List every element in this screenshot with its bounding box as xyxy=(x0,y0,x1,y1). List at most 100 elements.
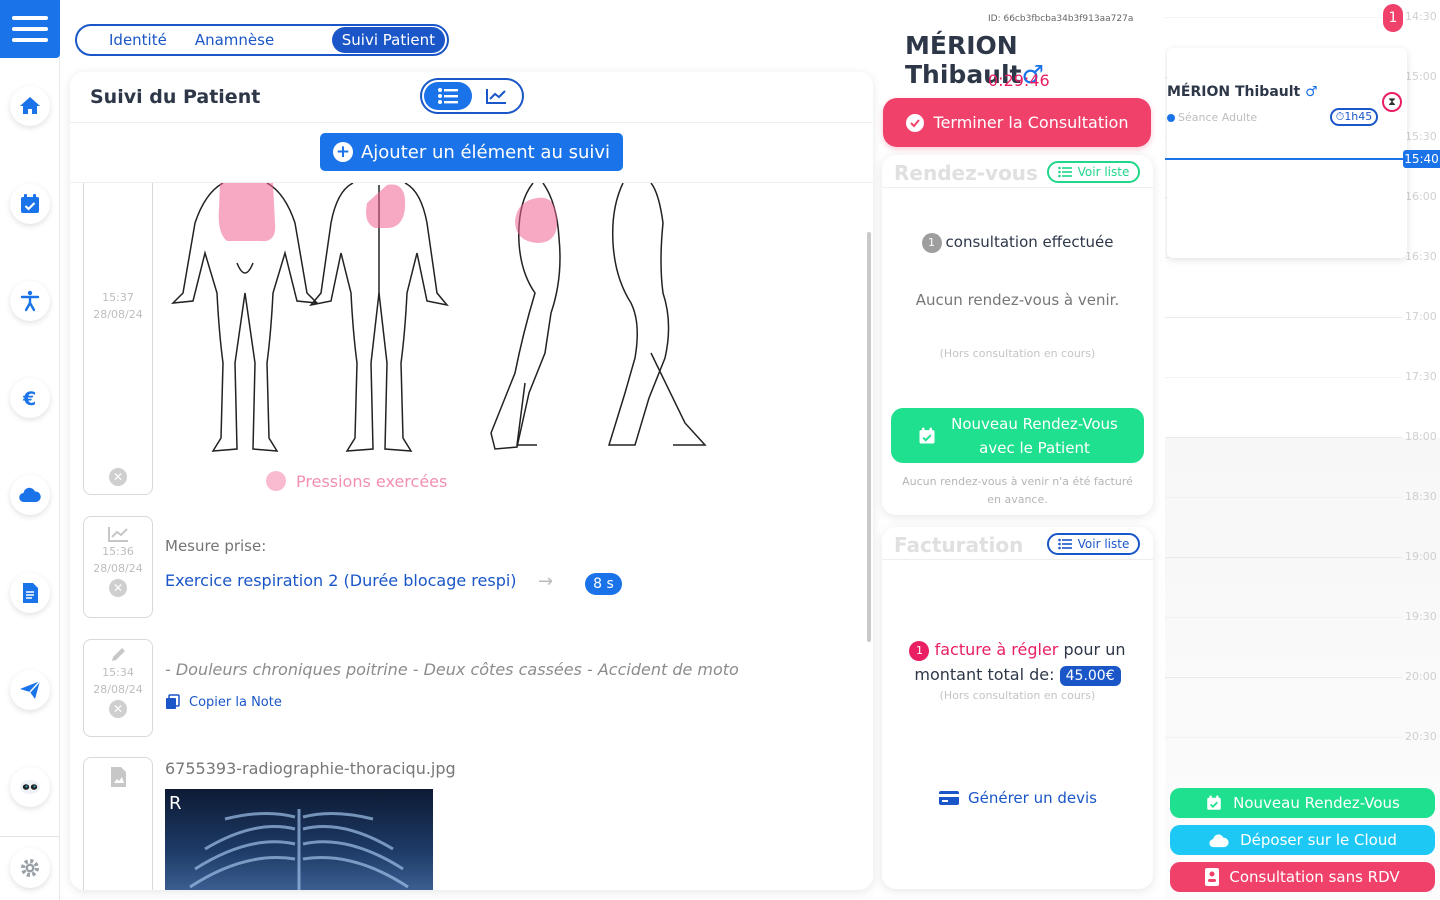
view-toggle xyxy=(420,78,524,114)
accessibility-icon[interactable] xyxy=(10,281,50,321)
chart-view-button[interactable] xyxy=(472,82,520,110)
list-view-button[interactable] xyxy=(424,82,472,110)
delete-entry-icon[interactable]: ✕ xyxy=(109,700,127,718)
new-rdv-with-patient-button[interactable]: Nouveau Rendez-Vous avec le Patient xyxy=(891,408,1144,463)
facturation-voir-liste-button[interactable]: Voir liste xyxy=(1047,533,1140,555)
file-name[interactable]: 6755393-radiographie-thoraciqu.jpg xyxy=(165,759,456,778)
main-area: Identité Anamnèse Suivi Patient Suivi du… xyxy=(60,0,1165,900)
delete-entry-icon[interactable]: ✕ xyxy=(109,468,127,486)
pressure-legend: Pressions exercées xyxy=(266,471,447,491)
svg-text:€: € xyxy=(22,388,36,410)
note-text: - Douleurs chroniques poitrine - Deux cô… xyxy=(165,660,739,679)
calendar-hour-line xyxy=(1165,377,1402,378)
consultation-timer: 0:29:46 xyxy=(988,71,1050,90)
pencil-icon xyxy=(112,648,125,661)
new-rdv-button[interactable]: Nouveau Rendez-Vous xyxy=(1170,788,1435,818)
timeline-box: 15:37 28/08/24 ✕ xyxy=(83,183,153,495)
calendar-check-icon xyxy=(1207,795,1221,810)
list-icon xyxy=(1057,166,1072,178)
hamburger-menu-button[interactable] xyxy=(0,0,60,58)
appointment-card[interactable] xyxy=(1167,48,1407,258)
facturation-header-divider xyxy=(882,559,1153,560)
facture-link[interactable]: facture à régler xyxy=(935,640,1059,659)
calendar-hour-label: 17:30 xyxy=(1405,370,1437,383)
upload-cloud-label: Déposer sur le Cloud xyxy=(1240,831,1397,849)
copy-note-button[interactable]: Copier la Note xyxy=(165,694,282,710)
cloud-icon[interactable] xyxy=(10,475,50,515)
tab-anamnese[interactable]: Anamnèse xyxy=(181,27,288,53)
list-icon xyxy=(1057,538,1072,550)
upload-cloud-button[interactable]: Déposer sur le Cloud xyxy=(1170,825,1435,855)
current-time-label: 15:40 xyxy=(1403,150,1440,168)
pressure-legend-label: Pressions exercées xyxy=(296,471,448,491)
document-icon[interactable] xyxy=(10,573,50,613)
patient-id: ID: 66cb3fbcba34b3f913aa727a xyxy=(988,14,1134,24)
calendar-hour-line xyxy=(1165,497,1402,498)
copy-note-label: Copier la Note xyxy=(189,694,282,710)
calendar-hour-line xyxy=(1165,437,1402,438)
calendar-hour-label: 14:30 xyxy=(1405,10,1437,23)
facture-amount: 45.00€ xyxy=(1059,666,1121,686)
measure-name[interactable]: Exercice respiration 2 (Durée blocage re… xyxy=(165,571,517,590)
facture-count-badge: 1 xyxy=(909,641,930,661)
feed-scrollbar[interactable] xyxy=(867,232,871,642)
appointment-name: MÉRION Thibault ♂ xyxy=(1167,84,1318,100)
cloud-icon xyxy=(1209,834,1229,848)
gear-icon[interactable] xyxy=(10,848,50,888)
euro-icon[interactable]: € xyxy=(10,378,50,418)
no-prepaid-rdv-note: Aucun rendez-vous à venir n'a été factur… xyxy=(902,475,1133,506)
tab-suivi-patient[interactable]: Suivi Patient xyxy=(331,27,445,53)
pressure-dot-icon xyxy=(266,471,286,491)
calendar-hour-label: 18:30 xyxy=(1405,490,1437,503)
appointment-name-text: MÉRION Thibault xyxy=(1167,84,1301,100)
new-rdv-label: Nouveau Rendez-Vous xyxy=(1233,794,1400,812)
xray-ribs xyxy=(189,809,409,890)
calendar-hour-label: 20:30 xyxy=(1405,730,1437,743)
calendar-check-icon xyxy=(919,427,935,443)
calendar-hour-line xyxy=(1165,17,1402,18)
tab-identite[interactable]: Identité xyxy=(95,27,181,53)
notification-badge[interactable]: 1 xyxy=(1383,4,1403,32)
robot-icon[interactable] xyxy=(10,767,50,807)
arrow-right-icon: → xyxy=(538,571,554,592)
rdv-hors-note: (Hors consultation en cours) xyxy=(939,347,1096,360)
copy-icon xyxy=(166,694,180,709)
entry-date: 28/08/24 xyxy=(93,683,143,696)
appointment-type-text: Séance Adulte xyxy=(1178,111,1258,124)
calendar-hour-line xyxy=(1165,617,1402,618)
appointment-type: Séance Adulte xyxy=(1167,111,1257,124)
entry-time: 15:36 xyxy=(102,545,134,558)
facturation-card: Facturation Voir liste 1 facture à régle… xyxy=(882,527,1153,889)
consultation-sans-rdv-button[interactable]: Consultation sans RDV xyxy=(1170,862,1435,892)
delete-entry-icon[interactable]: ✕ xyxy=(109,579,127,597)
generate-devis-button[interactable]: Générer un devis xyxy=(882,789,1153,807)
line-chart-icon xyxy=(486,89,506,104)
calendar-check-icon[interactable] xyxy=(10,184,50,224)
male-icon: ♂ xyxy=(1305,84,1318,100)
calendar-hour-label: 18:00 xyxy=(1405,430,1437,443)
list-icon xyxy=(438,88,458,104)
appointment-dot xyxy=(1167,113,1175,122)
card-header-divider xyxy=(70,122,873,123)
send-icon[interactable] xyxy=(10,670,50,710)
calendar-hour-line xyxy=(1165,737,1402,738)
xray-image[interactable]: R xyxy=(165,789,433,890)
add-suivi-label: Ajouter un élément au suivi xyxy=(360,141,611,163)
measure-label: Mesure prise: xyxy=(165,537,267,555)
calendar-hour-label: 16:00 xyxy=(1405,190,1437,203)
day-calendar: 14:30 15:00 15:30 16:00 16:30 17:00 17:30 18:00… xyxy=(1165,0,1440,900)
rdv-voir-liste-button[interactable]: Voir liste xyxy=(1047,161,1140,183)
sidebar: € xyxy=(0,0,60,900)
chart-icon xyxy=(108,527,128,542)
consultation-count-text: consultation effectuée xyxy=(945,233,1114,251)
patient-tabs: Identité Anamnèse Suivi Patient xyxy=(75,24,449,56)
badge-icon xyxy=(1205,868,1220,886)
add-suivi-button[interactable]: + Ajouter un élément au suivi xyxy=(320,133,623,171)
end-consultation-button[interactable]: Terminer la Consultation xyxy=(883,98,1151,147)
hourglass-icon: ⧗ xyxy=(1382,92,1402,112)
calendar-hour-label: 19:30 xyxy=(1405,610,1437,623)
facture-summary: 1 facture à régler pour un montant total… xyxy=(882,637,1153,687)
suivi-feed: 15:37 28/08/24 ✕ Pressions exercées 15:3… xyxy=(70,183,873,890)
rendez-vous-card: Rendez-vous Voir liste 1 consultation eff… xyxy=(882,155,1153,515)
home-icon[interactable] xyxy=(10,86,50,126)
